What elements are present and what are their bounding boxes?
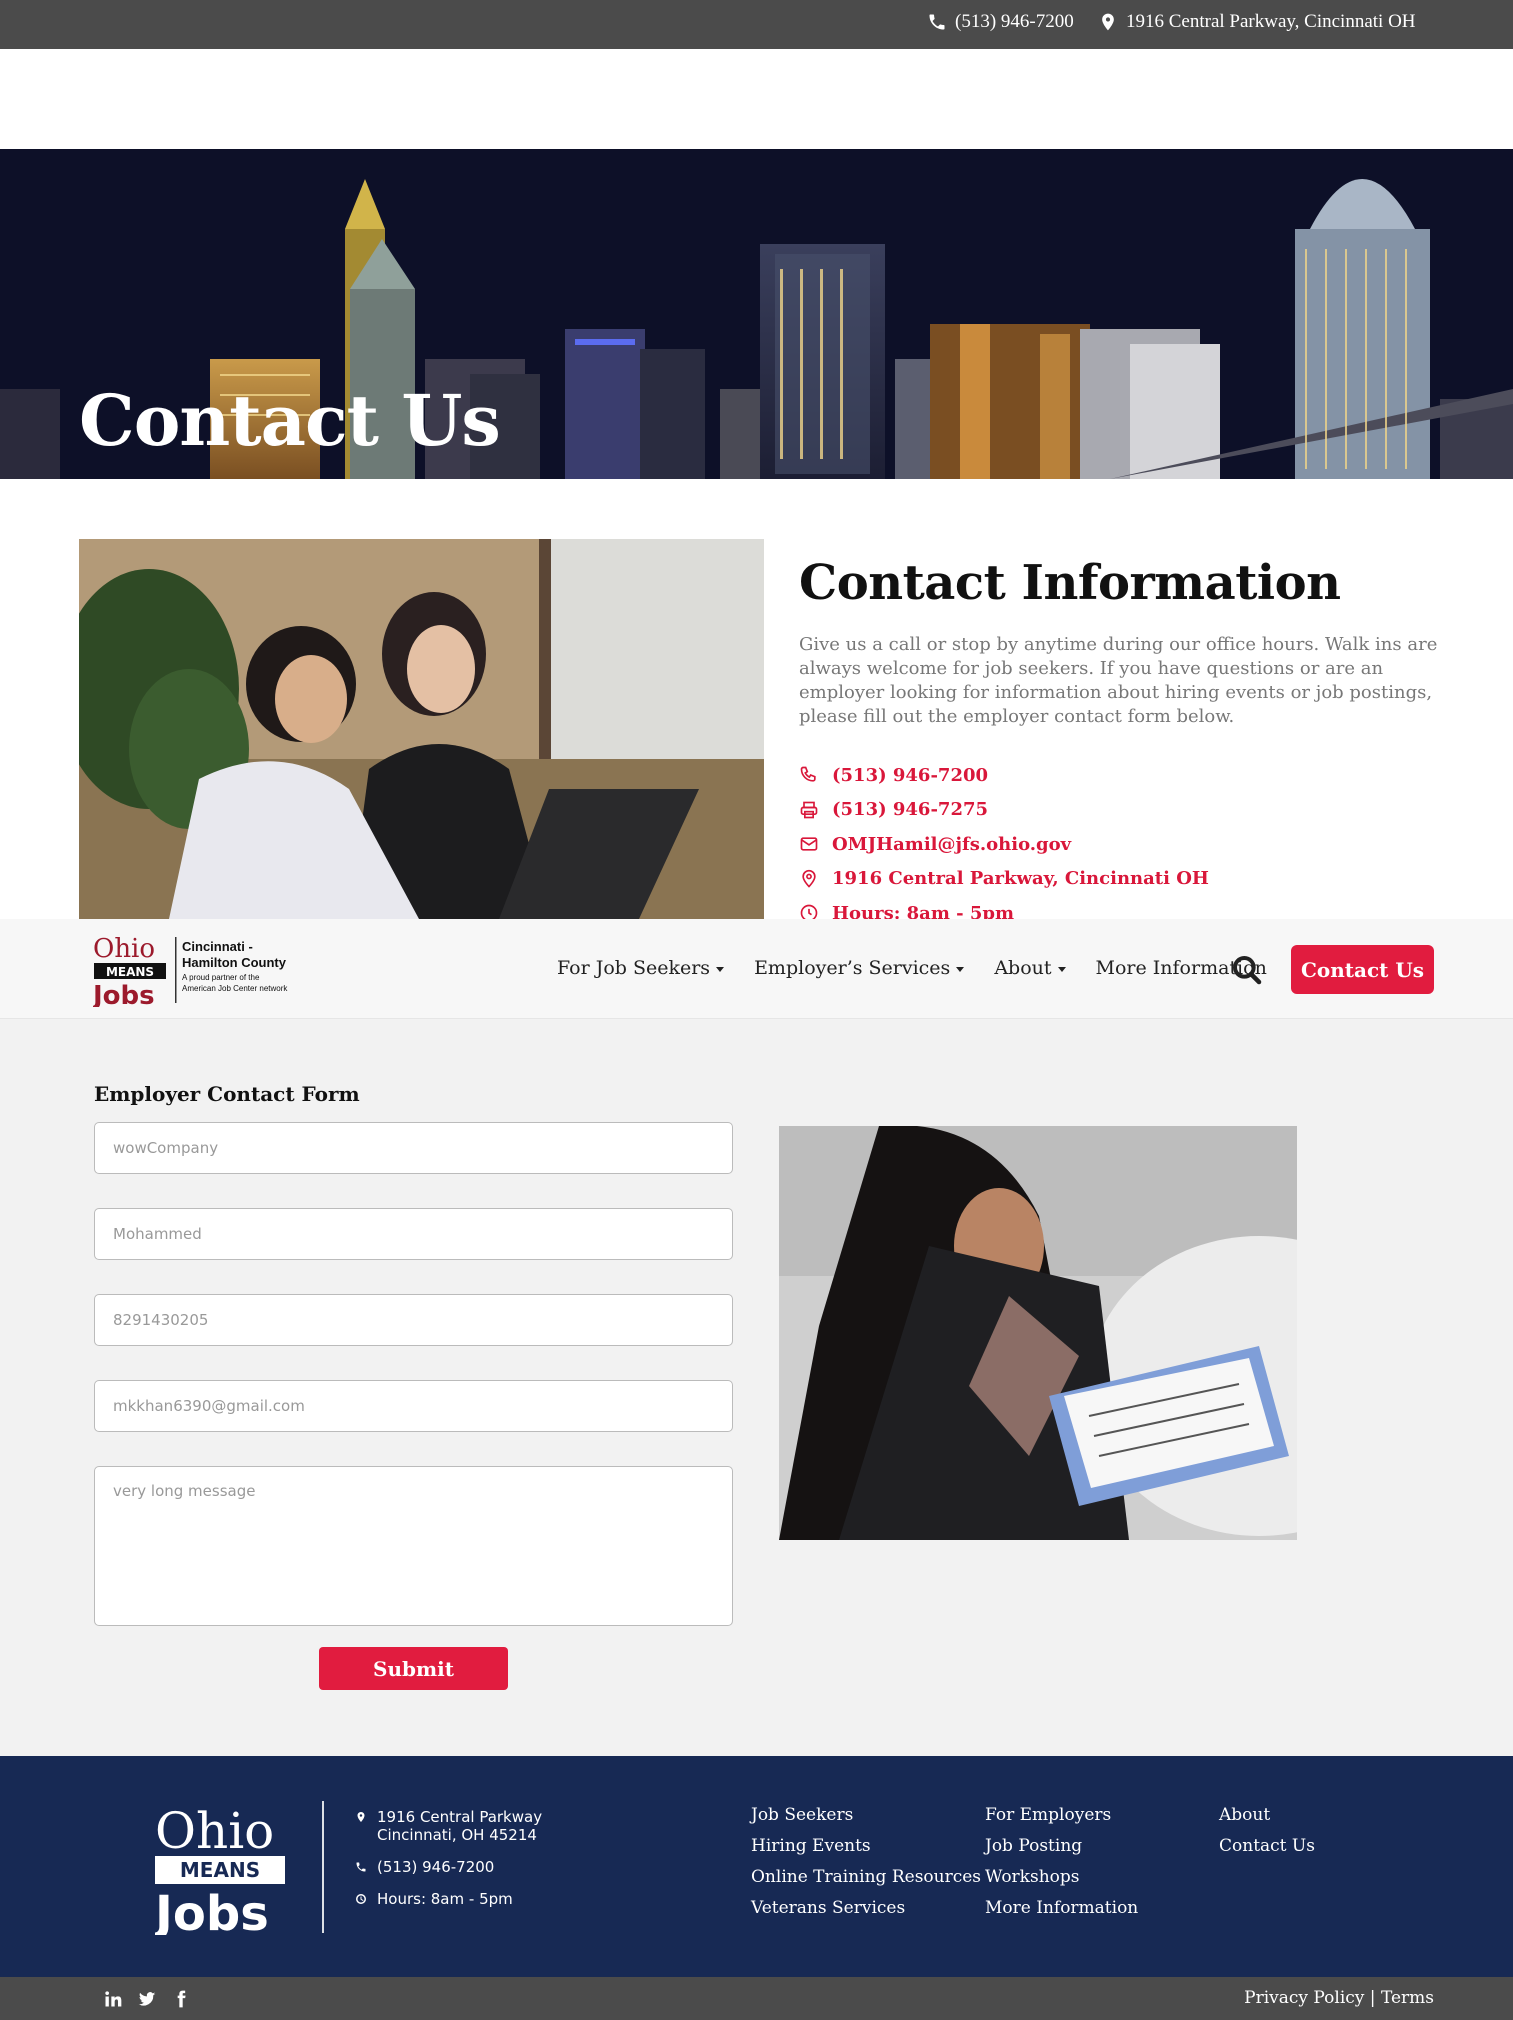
footer-hours-text: Hours: 8am - 5pm	[377, 1890, 513, 1908]
contact-phone[interactable]: (513) 946-7200	[799, 758, 1209, 793]
mail-icon	[800, 837, 818, 851]
svg-text:Ohio: Ohio	[155, 1802, 274, 1860]
nav-employers-services-label: Employer’s Services	[754, 957, 951, 979]
chevron-down-icon	[956, 966, 965, 972]
nav-about-label: About	[994, 957, 1052, 979]
chevron-down-icon	[716, 966, 725, 972]
footer-col-about: About Contact Us	[1219, 1800, 1315, 1862]
footer-address[interactable]: 1916 Central Parkway Cincinnati, OH 45214	[355, 1808, 542, 1844]
footer-hours: Hours: 8am - 5pm	[355, 1890, 542, 1908]
topbar-phone[interactable]: (513) 946-7200	[927, 11, 1074, 33]
footer-link-contact-us[interactable]: Contact Us	[1219, 1831, 1315, 1862]
footer-link-job-seekers[interactable]: Job Seekers	[751, 1800, 981, 1831]
footer-logo[interactable]: Ohio MEANS Jobs	[152, 1800, 290, 1942]
svg-text:MEANS: MEANS	[180, 1858, 260, 1882]
footer-phone-text: (513) 946-7200	[377, 1858, 495, 1876]
contact-email[interactable]: OMJHamil@jfs.ohio.gov	[799, 827, 1209, 862]
hero-banner: Contact Us	[0, 149, 1513, 479]
phone-field[interactable]: 8291430205	[94, 1294, 733, 1346]
svg-text:A proud partner of the: A proud partner of the	[182, 973, 260, 982]
location-pin-icon	[357, 1812, 365, 1822]
company-field[interactable]: wowCompany	[94, 1122, 733, 1174]
contact-info-intro: Give us a call or stop by anytime during…	[799, 634, 1438, 727]
location-pin-icon	[1102, 13, 1114, 31]
nav-links: For Job Seekers Employer’s Services Abou…	[557, 957, 1267, 979]
footer-link-about[interactable]: About	[1219, 1800, 1315, 1831]
social-links	[103, 1989, 191, 2009]
footer-divider	[322, 1801, 324, 1933]
printer-icon	[800, 801, 818, 819]
footer-link-more-information[interactable]: More Information	[985, 1893, 1138, 1924]
svg-text:MEANS: MEANS	[106, 965, 154, 979]
svg-text:Hamilton County: Hamilton County	[182, 955, 287, 970]
phone-icon	[929, 14, 945, 30]
contact-phone-text: (513) 946-7200	[832, 764, 989, 786]
phone-icon	[356, 1862, 366, 1872]
footer-link-online-training[interactable]: Online Training Resources	[751, 1862, 981, 1893]
topbar-address-text: 1916 Central Parkway, Cincinnati OH	[1126, 11, 1416, 32]
legal-links: Privacy Policy | Terms	[1244, 1988, 1434, 2008]
contact-info-block: Contact Information Give us a call or st…	[799, 555, 1439, 729]
contact-email-text: OMJHamil@jfs.ohio.gov	[832, 833, 1072, 855]
contact-address-text: 1916 Central Parkway, Cincinnati OH	[832, 868, 1209, 890]
message-field[interactable]: very long message	[94, 1466, 733, 1626]
clock-icon	[356, 1894, 366, 1904]
nav-employers-services[interactable]: Employer’s Services	[754, 957, 965, 979]
topbar-phone-text: (513) 946-7200	[955, 11, 1074, 32]
terms-link[interactable]: Terms	[1381, 1988, 1434, 2008]
email-field[interactable]: mkkhan6390@gmail.com	[94, 1380, 733, 1432]
footer-link-for-employers[interactable]: For Employers	[985, 1800, 1138, 1831]
linkedin-icon[interactable]	[103, 1989, 123, 2009]
contact-details-list: (513) 946-7200 (513) 946-7275 OMJHamil@j…	[799, 758, 1209, 931]
svg-text:American Job Center network: American Job Center network	[182, 984, 288, 993]
nav-about[interactable]: About	[994, 957, 1066, 979]
facebook-icon[interactable]	[171, 1989, 191, 2009]
contact-us-button[interactable]: Contact Us	[1291, 945, 1434, 994]
top-contact-bar: (513) 946-7200 1916 Central Parkway, Cin…	[0, 0, 1513, 49]
submit-button[interactable]: Submit	[319, 1647, 508, 1690]
search-button[interactable]	[1231, 954, 1263, 986]
contact-info-heading: Contact Information	[799, 555, 1341, 611]
nav-for-job-seekers-label: For Job Seekers	[557, 957, 711, 979]
ohio-means-jobs-logo-white: Ohio MEANS Jobs	[152, 1802, 285, 1942]
footer-link-job-posting[interactable]: Job Posting	[985, 1831, 1138, 1862]
contact-fax[interactable]: (513) 946-7275	[799, 793, 1209, 828]
contact-address[interactable]: 1916 Central Parkway, Cincinnati OH	[799, 862, 1209, 897]
footer-address-line1: 1916 Central Parkway	[377, 1808, 543, 1826]
search-icon	[1233, 956, 1262, 985]
site-logo[interactable]: Ohio MEANS Jobs Cincinnati - Hamilton Co…	[91, 933, 305, 1011]
bottom-bar: Privacy Policy | Terms	[0, 1977, 1513, 2020]
footer-col-employers: For Employers Job Posting Workshops More…	[985, 1800, 1138, 1924]
name-field[interactable]: Mohammed	[94, 1208, 733, 1260]
footer-phone[interactable]: (513) 946-7200	[355, 1858, 542, 1876]
svg-text:Cincinnati -: Cincinnati -	[182, 939, 253, 954]
footer-col-job-seekers: Job Seekers Hiring Events Online Trainin…	[751, 1800, 981, 1924]
svg-text:Jobs: Jobs	[155, 1886, 269, 1935]
form-title: Employer Contact Form	[94, 1082, 360, 1106]
contact-fax-text: (513) 946-7275	[832, 799, 989, 821]
location-pin-icon	[802, 869, 816, 888]
hero-title: Contact Us	[79, 379, 501, 462]
woman-signing-form-image	[779, 1126, 1297, 1540]
footer-address-line2: Cincinnati, OH 45214	[377, 1826, 537, 1844]
main-navbar: Ohio MEANS Jobs Cincinnati - Hamilton Co…	[0, 919, 1513, 1019]
svg-text:Jobs: Jobs	[93, 981, 155, 1007]
ohio-means-jobs-logo: Ohio MEANS Jobs Cincinnati - Hamilton Co…	[91, 934, 288, 1011]
office-workers-photo	[79, 539, 764, 919]
twitter-icon[interactable]	[137, 1989, 157, 2009]
footer-contact: 1916 Central Parkway Cincinnati, OH 45214…	[355, 1808, 542, 1922]
nav-for-job-seekers[interactable]: For Job Seekers	[557, 957, 725, 979]
footer-link-workshops[interactable]: Workshops	[985, 1862, 1138, 1893]
office-workers-image	[79, 539, 764, 919]
svg-text:Ohio: Ohio	[93, 934, 155, 964]
footer-link-veterans[interactable]: Veterans Services	[751, 1893, 981, 1924]
topbar-address[interactable]: 1916 Central Parkway, Cincinnati OH	[1098, 11, 1416, 33]
phone-icon	[800, 766, 816, 782]
legal-separator: |	[1369, 1988, 1376, 2008]
chevron-down-icon	[1057, 966, 1066, 972]
footer-link-hiring-events[interactable]: Hiring Events	[751, 1831, 981, 1862]
woman-signing-form-photo	[779, 1126, 1297, 1540]
privacy-policy-link[interactable]: Privacy Policy	[1244, 1988, 1364, 2008]
